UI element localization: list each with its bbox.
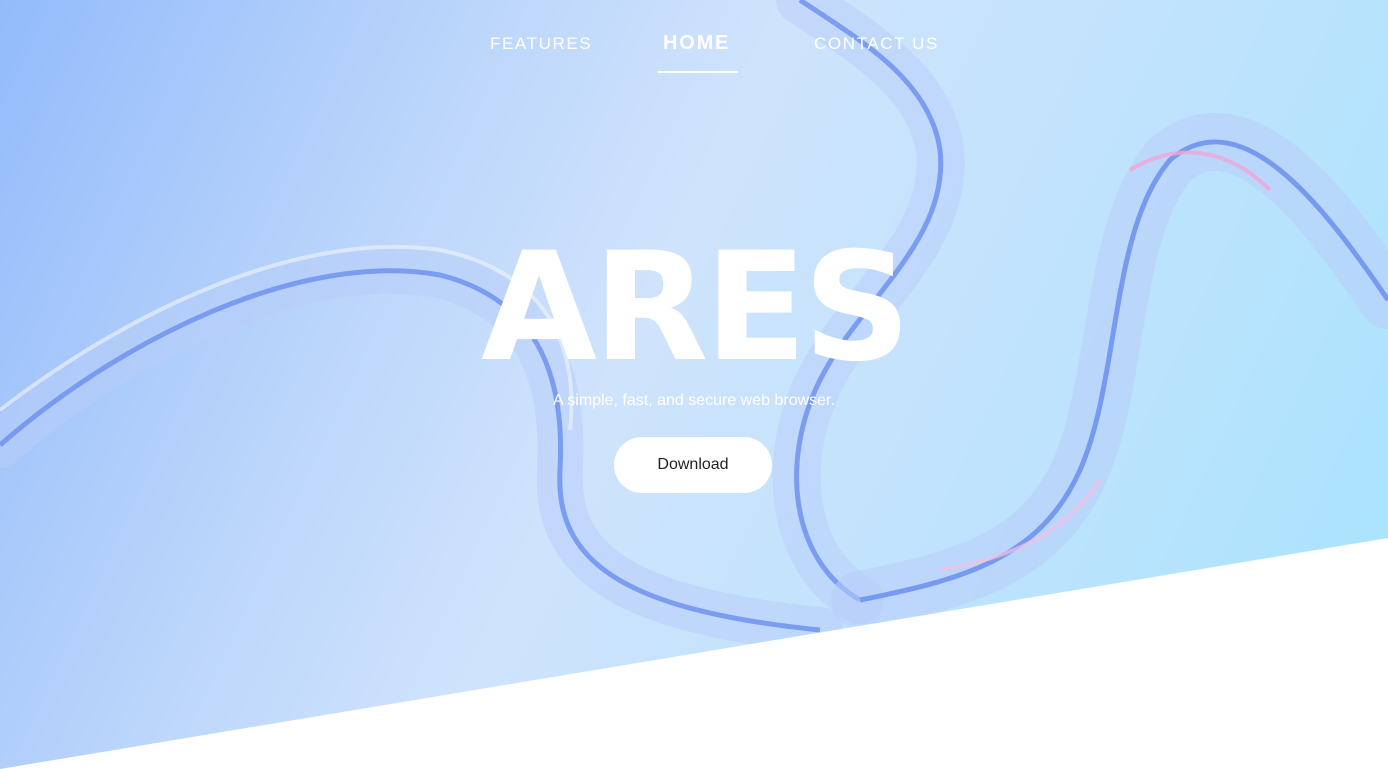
- hero-title: ARES: [480, 221, 911, 395]
- nav-features-link[interactable]: FEATURES: [490, 34, 592, 54]
- nav-active-underline: [658, 71, 738, 73]
- top-navigation: FEATURES HOME CONTACT US: [0, 0, 1388, 90]
- nav-home-link[interactable]: HOME: [663, 32, 730, 55]
- download-button[interactable]: Download: [614, 437, 772, 493]
- nav-contact-link[interactable]: CONTACT US: [814, 34, 939, 54]
- diagonal-white-shape: [0, 538, 1388, 769]
- hero-subtitle: A simple, fast, and secure web browser.: [553, 392, 835, 409]
- hero-section: FEATURES HOME CONTACT US ARES A simple, …: [0, 0, 1388, 769]
